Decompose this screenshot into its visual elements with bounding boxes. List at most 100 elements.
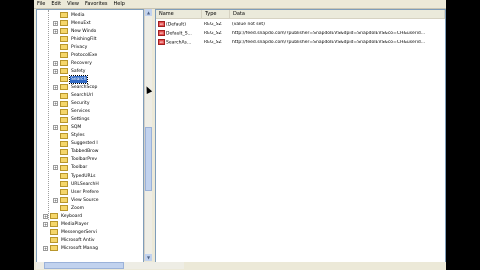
value-type: REG_SZ — [204, 39, 222, 45]
tree-item[interactable]: + MediaPlayer — [43, 220, 90, 228]
tree-item[interactable]: Zoom — [53, 204, 85, 212]
list-row[interactable]: ab Default_S... REG_SZ http://feed.snapdo… — [156, 29, 445, 37]
tree-item-label: Zoom — [71, 205, 84, 211]
scroll-down-icon[interactable]: ▼ — [145, 254, 152, 261]
expand-icon[interactable]: + — [53, 165, 58, 171]
expand-icon[interactable]: + — [43, 245, 48, 251]
folder-icon — [60, 116, 68, 123]
tree-item-label: View Source — [71, 197, 99, 203]
value-name: (Default) — [166, 22, 186, 28]
tree-item[interactable]: Search — [53, 74, 89, 84]
right-letterbox — [446, 0, 480, 270]
tree-item-label: Suggested I — [71, 141, 98, 147]
tree-item[interactable]: ProtocolExe — [53, 51, 98, 59]
menu-edit[interactable]: Edit — [48, 0, 64, 8]
folder-icon — [50, 229, 58, 236]
tree-item-label: ToolbarPrev — [71, 157, 98, 163]
key-tree-pane[interactable]: Media + MenuExt + New Windo PhishingFilt Priva… — [36, 9, 144, 263]
tree-item[interactable]: MessengerServi — [43, 228, 98, 236]
tree-item[interactable]: + Safety — [53, 67, 86, 75]
value-type: REG_SZ — [204, 21, 222, 27]
tree-item[interactable]: + Security — [53, 100, 90, 108]
folder-icon — [60, 36, 68, 43]
expand-icon[interactable]: + — [53, 68, 58, 74]
tree-item[interactable]: Suggested I — [53, 140, 99, 148]
tree-item[interactable]: TabbedBrow — [53, 148, 99, 156]
tree-item-label: TypedURLs — [71, 173, 96, 179]
tree-item-label: Recovery — [71, 60, 92, 66]
scrollbar-thumb[interactable] — [44, 262, 124, 269]
tree-item[interactable]: + Microsoft Manag — [43, 244, 99, 252]
list-row[interactable]: ab SearchAs... REG_SZ http://feed.snapdo.… — [156, 38, 445, 46]
folder-icon — [50, 245, 58, 252]
scroll-up-icon[interactable]: ▲ — [145, 9, 152, 16]
folder-icon — [60, 132, 68, 139]
reg-value-icon: ab — [158, 29, 165, 36]
tree-item[interactable]: Media — [53, 11, 86, 19]
menu-help[interactable]: Help — [111, 0, 128, 8]
expand-icon[interactable]: + — [53, 28, 58, 34]
tree-item[interactable]: + Recovery — [53, 59, 93, 67]
tree-item[interactable]: Settings — [53, 116, 90, 124]
tree-item[interactable]: + Toolbar — [53, 164, 88, 172]
tree-item-label: SearchUrl — [71, 93, 93, 98]
folder-icon — [50, 237, 58, 244]
tree-item-label: MenuExt — [71, 20, 91, 26]
left-letterbox — [0, 0, 34, 270]
tree-item[interactable]: + MenuExt — [53, 19, 92, 27]
expand-icon[interactable]: + — [53, 125, 58, 131]
expand-icon[interactable]: + — [53, 60, 58, 66]
folder-icon — [60, 44, 68, 51]
values-list-pane[interactable]: Name Type Data ab (Default) REG_SZ (value… — [155, 9, 446, 263]
tree-item[interactable]: Microsoft Antiv — [43, 236, 96, 244]
tree-item[interactable]: Styles — [53, 132, 86, 140]
tree-item[interactable]: + SearchScop — [53, 83, 98, 91]
tree-item[interactable]: + Keyboard — [43, 212, 83, 220]
list-header: Name Type Data — [156, 10, 445, 19]
value-data: http://feed.snapdo.com/?publisher=Snapdo… — [232, 39, 426, 45]
tree-item[interactable]: TypedURLs — [53, 172, 96, 180]
tree-item[interactable]: PhishingFilt — [53, 35, 98, 43]
tree-item[interactable]: Privacy — [53, 43, 88, 51]
menu-favorites[interactable]: Favorites — [82, 0, 111, 8]
tree-item[interactable]: + View Source — [53, 196, 100, 204]
tree-horizontal-scrollbar[interactable] — [36, 262, 184, 269]
tree-item[interactable]: Services — [53, 108, 91, 116]
column-name[interactable]: Name — [156, 10, 202, 18]
expand-icon[interactable]: + — [53, 20, 58, 26]
expand-icon[interactable]: + — [53, 101, 58, 107]
tree-item[interactable]: + New Windo — [53, 27, 97, 35]
menu-bar: File Edit View Favorites Help — [34, 0, 446, 9]
value-type: REG_SZ — [204, 30, 222, 36]
menu-view[interactable]: View — [64, 0, 82, 8]
folder-icon — [50, 213, 58, 220]
expand-icon[interactable]: + — [43, 213, 48, 219]
column-data[interactable]: Data — [230, 10, 445, 18]
expand-icon[interactable]: + — [53, 197, 58, 203]
scrollbar-thumb[interactable] — [145, 127, 152, 191]
tree-vertical-scrollbar[interactable]: ▲ ▼ — [144, 9, 152, 261]
folder-icon — [60, 12, 68, 18]
expand-icon[interactable]: + — [43, 221, 48, 227]
expand-icon[interactable]: + — [53, 84, 58, 90]
list-row[interactable]: ab (Default) REG_SZ (value not set) — [156, 20, 445, 28]
tree-item[interactable]: + SQM — [53, 124, 82, 132]
tree-item[interactable]: URLSearchH — [53, 180, 100, 188]
column-type[interactable]: Type — [202, 10, 230, 18]
tree-item[interactable]: SearchUrl — [53, 92, 94, 100]
tree-item[interactable]: User Prefere — [53, 188, 100, 196]
tree-item-label: ProtocolExe — [71, 52, 98, 58]
menu-file[interactable]: File — [34, 0, 48, 8]
tree-item[interactable]: ToolbarPrev — [53, 156, 98, 164]
